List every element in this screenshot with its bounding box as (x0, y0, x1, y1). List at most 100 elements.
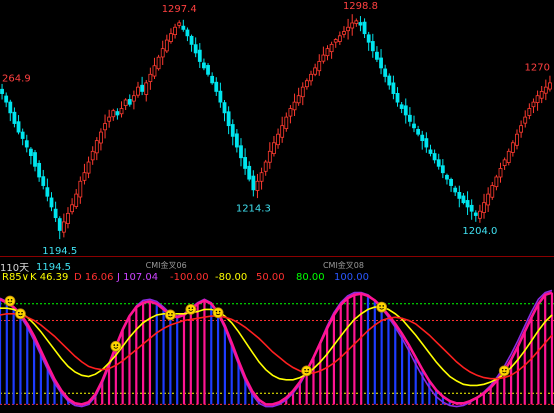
smiley-eye (382, 305, 385, 307)
candle-body (144, 82, 149, 95)
candle-body (33, 152, 37, 167)
candle-body (366, 34, 371, 43)
signal-smiley-icon (185, 303, 197, 315)
price-label: 1194.5 (42, 246, 77, 257)
candle-body (543, 86, 548, 94)
signal-smiley-icon (498, 365, 510, 377)
candle-body (37, 162, 42, 178)
signal-smiley-icon (212, 307, 224, 319)
candle-body (515, 133, 519, 146)
candle-body (136, 86, 140, 96)
candle-body (350, 22, 355, 29)
candle-body (403, 105, 408, 116)
candle-body (510, 142, 515, 153)
candle-body (498, 168, 503, 178)
price-label: 1214.3 (236, 204, 271, 215)
candle-body (156, 56, 161, 70)
smiley-eye (188, 307, 191, 309)
candle-body (66, 212, 70, 225)
candle-body (24, 140, 29, 148)
candle-body (169, 33, 173, 42)
candle-body (94, 140, 99, 154)
candle-body (358, 22, 363, 26)
candle-body (329, 43, 334, 53)
candle-body (309, 73, 313, 82)
smiley-eye (191, 307, 194, 309)
candle-body (465, 200, 470, 208)
candle-body (412, 123, 416, 129)
smiley-eye (113, 344, 116, 346)
price-label: 1204.0 (462, 226, 497, 237)
candle-body (140, 84, 145, 92)
candle-body (12, 111, 17, 124)
candle-body (461, 195, 466, 204)
candle-body (272, 142, 276, 154)
signal-smiley-icon (301, 365, 313, 377)
candle-body (247, 165, 252, 180)
signal-smiley-icon (110, 340, 122, 352)
candle-body (280, 125, 285, 138)
candle-body (313, 67, 318, 75)
candle-body (473, 212, 478, 216)
candle-body (407, 114, 412, 122)
indicator-param: D 16.06 (74, 272, 114, 283)
candle-body (90, 150, 95, 161)
candle-body (469, 204, 474, 212)
candle-body (432, 153, 437, 161)
candle-body (218, 90, 223, 103)
candle-body (506, 150, 511, 163)
candle-body (173, 26, 177, 35)
candle-body (395, 92, 400, 103)
candle-body (214, 81, 219, 92)
candle-body (243, 157, 248, 169)
candle-body (325, 48, 330, 57)
candle-body (57, 218, 62, 231)
candle-body (399, 104, 404, 109)
candle-body (354, 20, 359, 24)
candle-body (420, 134, 425, 142)
candle-body (321, 54, 326, 62)
candle-body (539, 91, 544, 99)
candle-body (189, 35, 194, 45)
candle-body (49, 197, 54, 208)
candle-body (131, 95, 136, 102)
candle-body (123, 99, 128, 107)
indicator-param: 100.00 (334, 272, 369, 283)
candle-body (548, 82, 552, 90)
candle-body (317, 61, 322, 72)
candle-body (502, 159, 507, 166)
candle-body (424, 138, 429, 148)
candle-body (0, 88, 4, 94)
candle-body (107, 116, 112, 122)
signal-marker: CMI金叉06 (146, 260, 187, 270)
candle-body (127, 99, 132, 105)
candle-body (164, 39, 169, 52)
candle-body (111, 110, 116, 118)
candle-body (197, 49, 202, 62)
signal-smiley-icon (15, 308, 26, 320)
chart-canvas: 1297.4 1298.8 264.9 1270 1214.3 1194.5 1204.0 C… (0, 1, 554, 408)
candle-body (494, 176, 499, 188)
candle-body (300, 86, 305, 98)
candle-body (74, 193, 79, 207)
smiley-eye (116, 344, 119, 346)
smiley-eye (218, 310, 221, 313)
candle-body (78, 180, 83, 198)
indicator-line (0, 291, 553, 406)
candle-body (53, 208, 58, 219)
candle-body (416, 129, 421, 135)
candle-body (185, 29, 190, 37)
candle-body (296, 95, 301, 104)
candle-body (148, 73, 153, 83)
indicator-param: 50.00 (256, 272, 285, 283)
smiley-eye (10, 299, 13, 301)
candle-body (342, 31, 346, 35)
candle-body (103, 123, 107, 131)
smiley-eye (171, 312, 173, 315)
smiley-eye (379, 305, 381, 307)
smiley-eye (304, 368, 306, 371)
candle-body (478, 210, 482, 219)
candle-body (531, 101, 536, 108)
candle-body (259, 172, 264, 182)
candle-body (375, 51, 379, 60)
